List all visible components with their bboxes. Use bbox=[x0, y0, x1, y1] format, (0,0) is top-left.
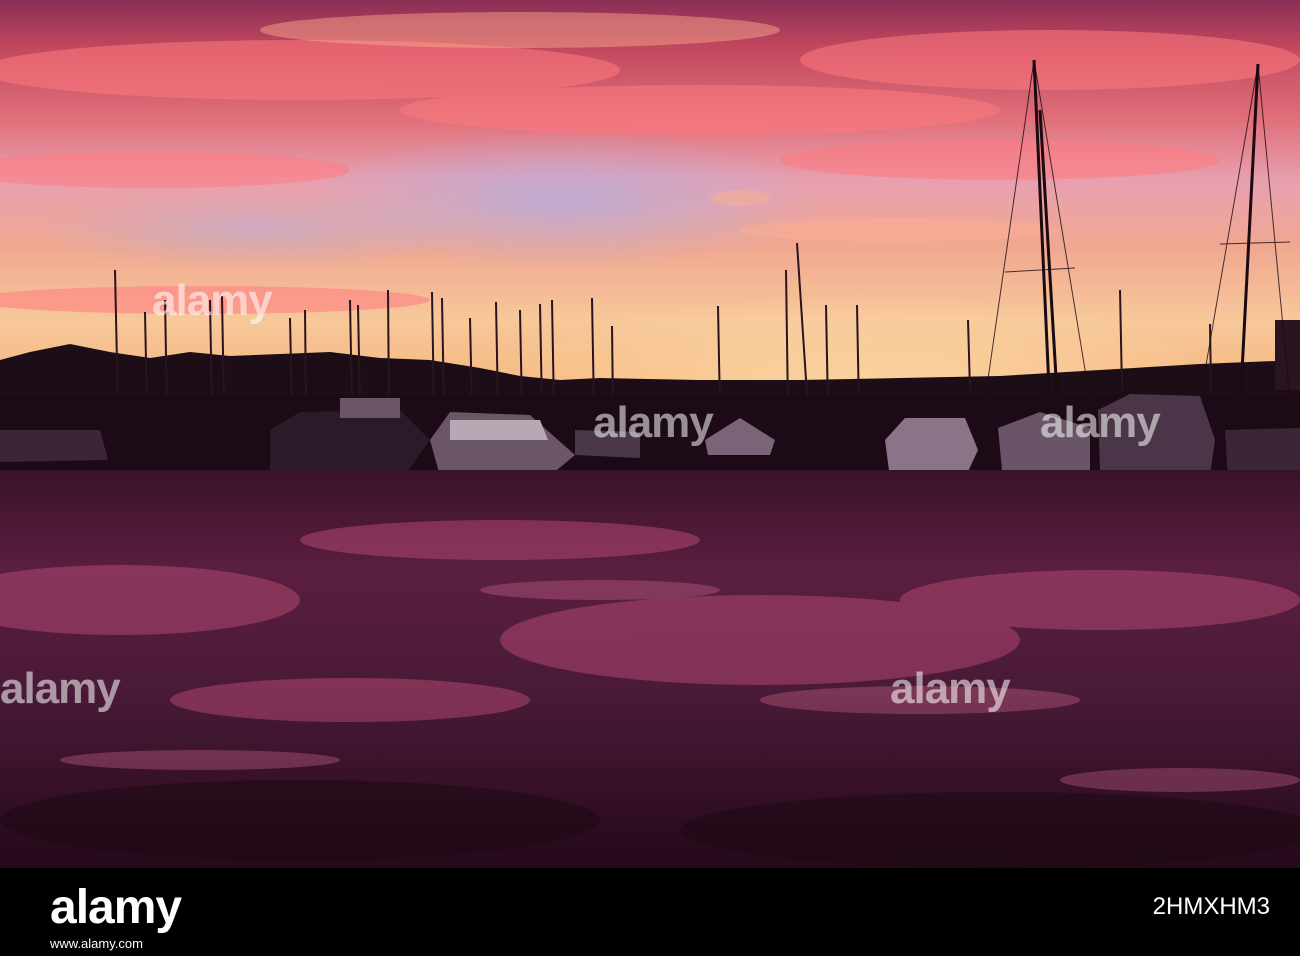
watermark: alamy bbox=[152, 276, 273, 325]
watermark: alamy bbox=[593, 398, 714, 447]
image-id: 2HMXHM3 bbox=[1152, 893, 1270, 920]
footer-bar bbox=[0, 868, 1300, 956]
watermark: alamy bbox=[1040, 398, 1161, 447]
watermark: alamy bbox=[890, 664, 1011, 713]
watermark: alamy bbox=[0, 664, 121, 713]
footer-url[interactable]: www.alamy.com bbox=[50, 936, 143, 951]
footer-logo: alamy bbox=[50, 881, 182, 934]
